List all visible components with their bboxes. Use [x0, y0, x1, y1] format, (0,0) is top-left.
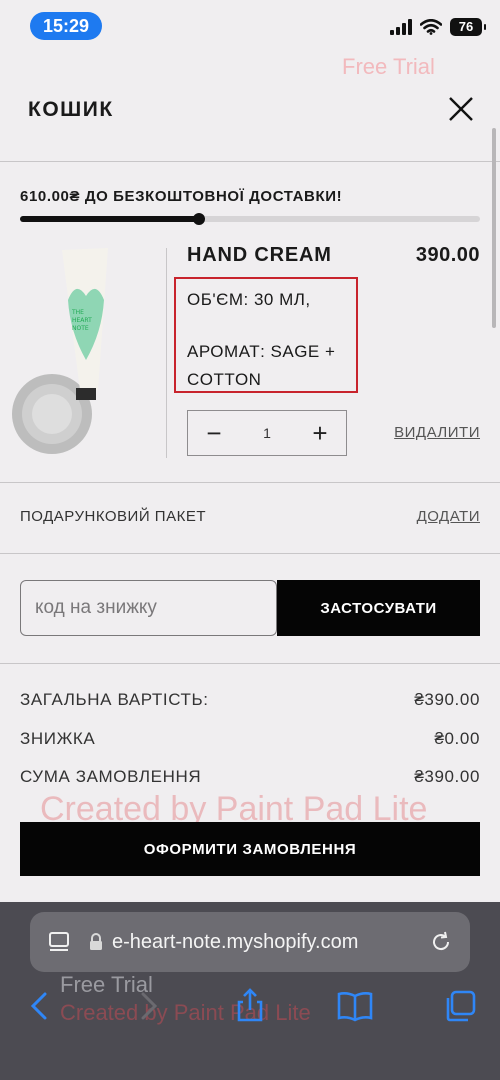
total-value: ₴390.00 — [414, 767, 480, 786]
gift-add-link[interactable]: ДОДАТИ — [417, 508, 480, 525]
shipping-progress-bar — [20, 213, 480, 225]
shipping-progress-fill — [20, 216, 200, 222]
total-row-order: СУМА ЗАМОВЛЕННЯ ₴390.00 — [20, 767, 480, 787]
status-time: 15:29 — [30, 12, 102, 40]
product-divider — [166, 248, 167, 458]
plus-icon[interactable]: + — [308, 420, 332, 446]
quantity-stepper: − 1 + — [187, 410, 347, 456]
close-icon[interactable] — [446, 94, 476, 124]
total-value: ₴0.00 — [434, 729, 480, 748]
gift-package-label: ПОДАРУНКОВИЙ ПАКЕТ — [20, 508, 206, 525]
apply-discount-button[interactable]: ЗАСТОСУВАТИ — [277, 580, 480, 636]
shipping-progress-knob — [193, 213, 206, 225]
bookmarks-icon[interactable] — [335, 986, 375, 1026]
url-text[interactable]: e-heart-note.myshopify.com — [112, 931, 430, 954]
svg-text:HEART: HEART — [72, 317, 92, 324]
total-value: ₴390.00 — [414, 690, 480, 709]
page-title: КОШИК — [28, 98, 114, 121]
total-label: ЗНИЖКА — [20, 729, 96, 748]
minus-icon[interactable]: − — [202, 420, 226, 446]
total-row-discount: ЗНИЖКА ₴0.00 — [20, 729, 480, 749]
remove-item-link[interactable]: ВИДАЛИТИ — [394, 424, 480, 441]
lock-icon — [90, 933, 102, 950]
scrollbar[interactable] — [492, 128, 496, 328]
watermark-bottom-sub: Created by Paint Pad Lite — [60, 1000, 311, 1025]
address-bar[interactable]: e-heart-note.myshopify.com — [30, 912, 470, 972]
divider — [0, 553, 500, 554]
wifi-icon — [420, 19, 442, 35]
watermark-top: Free Trial — [342, 54, 435, 79]
variant-scent: АРОМАТ: SAGE + COTTON — [187, 342, 336, 389]
total-label: ЗАГАЛЬНА ВАРТІСТЬ: — [20, 690, 209, 709]
tabs-icon[interactable] — [440, 986, 480, 1026]
free-shipping-message: 610.00₴ ДО БЕЗКОШТОВНОЇ ДОСТАВКИ! — [20, 188, 343, 205]
product-name[interactable]: HAND CREAM — [187, 244, 332, 267]
divider — [0, 663, 500, 664]
cellular-signal-icon — [390, 19, 412, 35]
forward-icon[interactable] — [128, 986, 168, 1026]
status-bar: 15:29 76 — [0, 0, 500, 56]
svg-text:THE: THE — [71, 309, 84, 316]
total-row-subtotal: ЗАГАЛЬНА ВАРТІСТЬ: ₴390.00 — [20, 690, 480, 710]
svg-text:NOTE: NOTE — [72, 325, 89, 332]
checkout-button[interactable]: ОФОРМИТИ ЗАМОВЛЕННЯ — [20, 822, 480, 876]
divider — [0, 161, 500, 162]
product-image[interactable]: THE HEART NOTE — [10, 240, 160, 460]
battery-icon: 76 — [450, 18, 486, 36]
variant-volume: ОБ'ЄМ: 30 МЛ, — [187, 290, 311, 309]
quantity-value[interactable]: 1 — [263, 425, 271, 441]
back-icon[interactable] — [20, 986, 60, 1026]
divider — [0, 482, 500, 483]
share-icon[interactable] — [230, 986, 270, 1026]
product-price: 390.00 — [415, 244, 480, 266]
status-icons: 76 — [390, 16, 486, 38]
reload-icon[interactable] — [430, 931, 452, 953]
total-label: СУМА ЗАМОВЛЕННЯ — [20, 767, 202, 786]
reader-mode-icon[interactable] — [48, 930, 72, 954]
discount-code-input[interactable] — [20, 580, 277, 636]
